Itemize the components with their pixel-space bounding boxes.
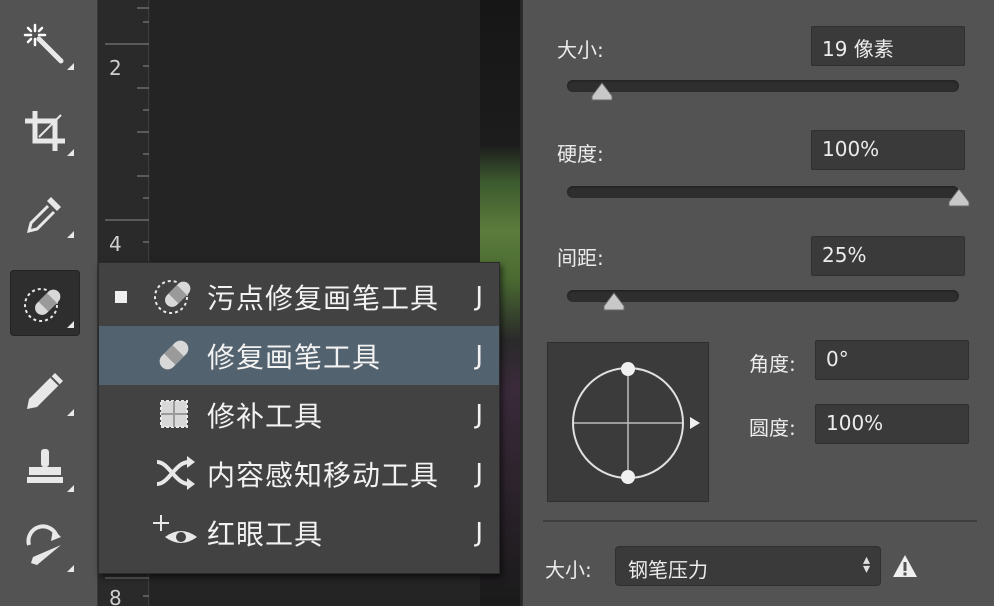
submenu-indicator	[67, 231, 74, 238]
ruler-mark: 8	[109, 586, 122, 606]
ruler-mark: 2	[109, 56, 122, 80]
menu-item-shortcut: J	[475, 340, 483, 371]
eyedropper-tool[interactable]	[10, 180, 80, 246]
roundness-field[interactable]: 100%	[815, 404, 969, 444]
crop-icon	[25, 111, 65, 151]
spacing-label: 间距:	[557, 246, 604, 270]
menu-item-label: 红眼工具	[207, 517, 324, 551]
stamp-icon	[27, 449, 63, 483]
angle-field[interactable]: 0°	[815, 340, 969, 380]
content-aware-move-icon	[156, 456, 195, 490]
roundness-handle-bottom	[621, 470, 635, 484]
pen-pressure-select[interactable]: 钢笔压力 ▴ ▾	[615, 546, 881, 586]
ruler-mark: 4	[109, 232, 122, 256]
selected-indicator	[115, 290, 127, 303]
warning-icon[interactable]	[891, 552, 919, 580]
spacing-field[interactable]: 25%	[811, 236, 965, 276]
menu-item-red-eye[interactable]: 红眼工具 J	[99, 503, 499, 562]
submenu-indicator	[67, 409, 74, 416]
eyedropper-icon	[26, 197, 61, 234]
crop-tool[interactable]	[10, 98, 80, 164]
submenu-indicator	[67, 321, 74, 328]
select-arrows-icon: ▴ ▾	[862, 552, 870, 577]
hardness-label: 硬度:	[557, 142, 604, 166]
healing-tools-flyout: 污点修复画笔工具 J 修复画笔工具 J 修补工具 J 内容感知移动工具 J 红眼…	[98, 262, 500, 574]
menu-item-shortcut: J	[475, 281, 483, 312]
spot-healing-brush-tool[interactable]	[10, 270, 80, 336]
menu-item-spot-healing-brush[interactable]: 污点修复画笔工具 J	[99, 267, 499, 326]
menu-item-shortcut: J	[475, 458, 483, 489]
healing-brush-icon	[159, 340, 189, 370]
brush-options-panel: 大小: 19 像素 硬度: 100% 间距: 25% 角度: 0° 圆度: 10…	[522, 0, 994, 606]
submenu-indicator	[67, 149, 74, 156]
menu-item-shortcut: J	[475, 517, 483, 548]
spot-healing-icon	[154, 280, 191, 314]
size-slider[interactable]	[567, 80, 959, 101]
history-brush-icon	[26, 524, 61, 565]
roundness-label: 圆度:	[749, 416, 796, 440]
panel-divider	[543, 520, 977, 522]
magic-wand-tool[interactable]	[10, 12, 80, 78]
menu-item-label: 内容感知移动工具	[207, 458, 440, 492]
roundness-handle-top	[621, 362, 635, 376]
magic-wand-icon	[23, 23, 64, 64]
angle-arrow-icon	[690, 417, 700, 429]
menu-item-healing-brush[interactable]: 修复画笔工具 J	[99, 326, 499, 385]
menu-item-shortcut: J	[475, 399, 483, 430]
hardness-slider[interactable]	[567, 186, 970, 207]
hardness-field[interactable]: 100%	[811, 130, 965, 170]
tools-panel	[0, 0, 98, 606]
brush-shape-preview[interactable]	[547, 342, 709, 502]
pen-pressure-value: 钢笔压力	[628, 558, 708, 582]
spot-healing-icon	[24, 288, 61, 322]
menu-item-label: 污点修复画笔工具	[207, 281, 440, 315]
menu-item-content-aware-move[interactable]: 内容感知移动工具 J	[99, 444, 499, 503]
submenu-indicator	[67, 63, 74, 70]
clone-stamp-tool[interactable]	[10, 434, 80, 500]
submenu-indicator	[67, 565, 74, 572]
brush-tool[interactable]	[10, 358, 80, 424]
pencil-icon	[27, 373, 63, 409]
size-field[interactable]: 19 像素	[811, 26, 965, 66]
menu-item-patch[interactable]: 修补工具 J	[99, 385, 499, 444]
pressure-size-label: 大小:	[545, 558, 592, 582]
menu-item-label: 修复画笔工具	[207, 340, 382, 374]
spacing-slider[interactable]	[567, 290, 959, 311]
patch-icon	[160, 400, 188, 428]
submenu-indicator	[67, 485, 74, 492]
menu-item-label: 修补工具	[207, 399, 324, 433]
size-label: 大小:	[557, 38, 604, 62]
angle-label: 角度:	[749, 352, 796, 376]
history-brush-tool[interactable]	[10, 514, 80, 580]
brush-angle-widget	[572, 362, 700, 484]
red-eye-icon	[153, 515, 197, 543]
